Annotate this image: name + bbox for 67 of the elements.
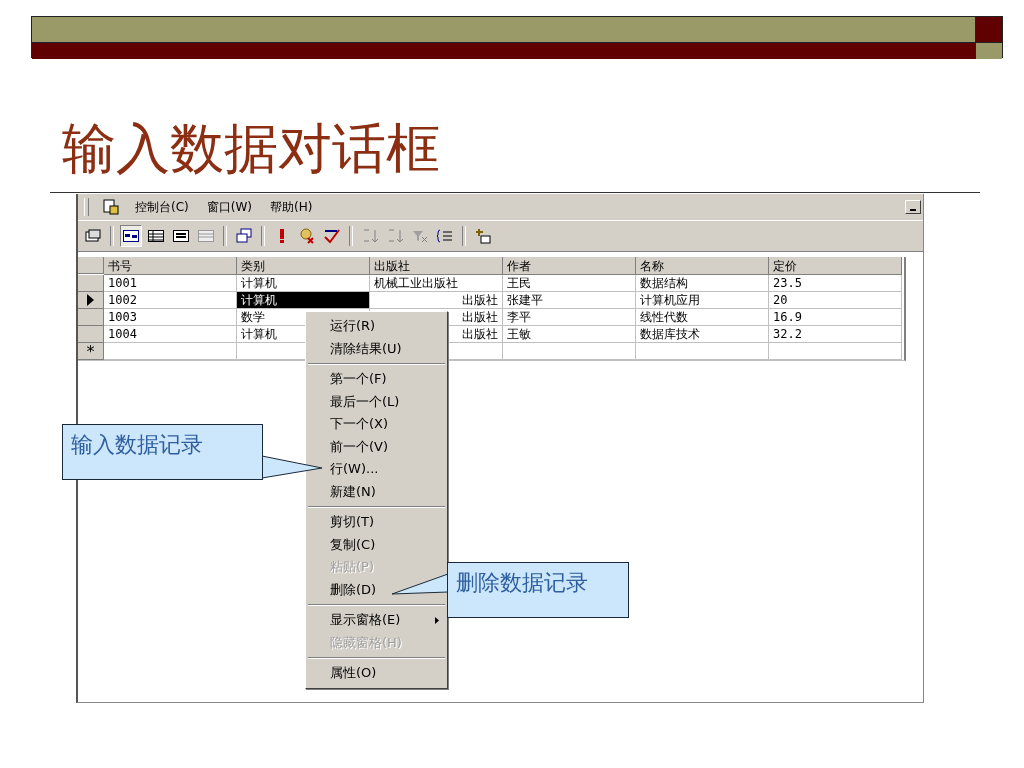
empty-cell[interactable]: [769, 343, 902, 360]
menu-item[interactable]: 显示窗格(E): [306, 609, 447, 632]
table-cell: 1004: [104, 326, 237, 343]
table-cell: 32.2: [769, 326, 902, 343]
table-cell: 数据库技术: [636, 326, 769, 343]
sort-descending-icon: [387, 228, 403, 244]
table-cell: 计算机: [237, 292, 370, 309]
menu-item[interactable]: 帮助(H): [268, 197, 315, 217]
table-cell: 王敏: [503, 326, 636, 343]
table-cell: 计算机: [237, 275, 370, 292]
row-header[interactable]: [78, 292, 104, 309]
menu-item[interactable]: 下一个(X): [306, 413, 447, 436]
table-cell: 计算机应用: [636, 292, 769, 309]
properties-icon: [85, 229, 101, 243]
table-cell: 1003: [104, 309, 237, 326]
table-cell: 20: [769, 292, 902, 309]
sql-pane-icon: [173, 230, 189, 242]
table-cell: 线性代数: [636, 309, 769, 326]
table-cell: 李平: [503, 309, 636, 326]
callout-pointer: [262, 456, 322, 480]
remove-filter-icon: [412, 228, 428, 244]
minimize-button[interactable]: [905, 200, 921, 214]
diagram-icon: [123, 230, 139, 242]
callout-pointer: [392, 574, 448, 596]
column-header[interactable]: 类别: [237, 257, 370, 275]
group-by-icon: [437, 229, 453, 243]
menu-item[interactable]: 控制台(C): [133, 197, 191, 217]
table-cell: 数据结构: [636, 275, 769, 292]
table-cell: 出版社: [370, 292, 503, 309]
menu-item[interactable]: 最后一个(L): [306, 390, 447, 413]
table-cell: 16.9: [769, 309, 902, 326]
add-table-icon: [475, 228, 491, 244]
menu-item[interactable]: 前一个(V): [306, 435, 447, 458]
table-cell: 王民: [503, 275, 636, 292]
menu-item[interactable]: 复制(C): [306, 533, 447, 556]
menu-item[interactable]: 属性(O): [306, 662, 447, 685]
menu-item[interactable]: 第一个(F): [306, 368, 447, 391]
menu-item[interactable]: 新建(N): [306, 480, 447, 503]
empty-cell[interactable]: [636, 343, 769, 360]
exclamation-icon: [279, 228, 285, 244]
new-row-marker[interactable]: *: [78, 343, 104, 360]
column-header[interactable]: 名称: [636, 257, 769, 275]
sort-ascending-icon: [362, 228, 378, 244]
minimize-icon: [910, 209, 916, 211]
table-cell: 张建平: [503, 292, 636, 309]
column-header[interactable]: 出版社: [370, 257, 503, 275]
slide-title: 输入数据对话框: [62, 118, 441, 181]
submenu-arrow-icon: [435, 617, 439, 624]
menu-item[interactable]: 窗口(W): [204, 197, 254, 217]
console-icon: [103, 199, 119, 215]
table-cell: 1001: [104, 275, 237, 292]
verify-icon: [299, 228, 315, 244]
windows-icon: [236, 228, 252, 244]
sql-check-icon: [323, 228, 341, 244]
callout: 删除数据记录: [447, 562, 629, 618]
table-cell: 23.5: [769, 275, 902, 292]
table-cell: 机械工业出版社: [370, 275, 503, 292]
column-header[interactable]: 作者: [503, 257, 636, 275]
column-header[interactable]: 定价: [769, 257, 902, 275]
table-cell: 1002: [104, 292, 237, 309]
results-pane-icon: [198, 230, 214, 242]
callout: 输入数据记录: [62, 424, 263, 480]
column-header[interactable]: 书号: [104, 257, 237, 275]
empty-cell[interactable]: [503, 343, 636, 360]
grid-icon: [148, 230, 164, 242]
toolbar-button[interactable]: [120, 225, 142, 247]
menu-item[interactable]: 剪切(T): [306, 511, 447, 534]
